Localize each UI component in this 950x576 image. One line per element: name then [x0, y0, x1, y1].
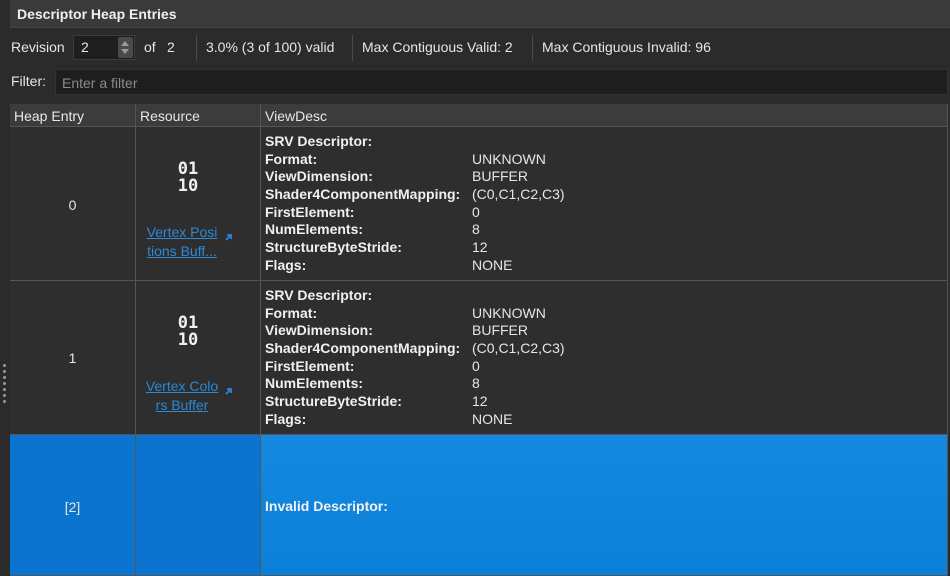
resource-cell: 01 10 Vertex Colo rs Buffer	[136, 281, 261, 435]
panel-title-bar: Descriptor Heap Entries	[10, 0, 950, 28]
binary-buffer-icon: 01 10	[177, 159, 199, 196]
heap-entry-index: 0	[68, 197, 77, 213]
field-value: 8	[472, 375, 480, 392]
field-key: Format:	[265, 304, 318, 321]
viewdesc-cell: SRV Descriptor: Format: UNKNOWN ViewDimen…	[261, 281, 948, 435]
heap-entry-index: 1	[68, 350, 77, 366]
max-contiguous-invalid: Max Contiguous Invalid: 96	[542, 39, 711, 55]
revision-value[interactable]: 2	[81, 39, 89, 55]
revision-total: 2	[167, 39, 175, 55]
field-value: (C0,C1,C2,C3)	[472, 340, 565, 357]
revision-label: Revision	[11, 39, 65, 55]
resource-link[interactable]: Vertex Colo rs Buffer	[142, 377, 222, 415]
heap-entry-cell: 1	[10, 281, 136, 435]
heap-entry-cell: [2]	[10, 435, 136, 576]
panel-title: Descriptor Heap Entries	[17, 6, 177, 22]
column-header-viewdesc[interactable]: ViewDesc	[261, 104, 948, 127]
field-key: StructureByteStride:	[265, 393, 402, 410]
field-key: Flags:	[265, 256, 307, 273]
field-value: UNKNOWN	[472, 150, 546, 167]
filter-label: Filter:	[11, 73, 46, 89]
field-value: BUFFER	[472, 168, 528, 185]
descriptor-fields: SRV Descriptor: Format: UNKNOWN ViewDimen…	[265, 133, 565, 275]
field-value: NONE	[472, 256, 513, 273]
field-key: StructureByteStride:	[265, 239, 402, 256]
table-row[interactable]: 0 01 10 Vertex Posi tions Buff... SRV Des…	[10, 127, 948, 281]
toolbar-divider	[352, 35, 353, 61]
field-value: (C0,C1,C2,C3)	[472, 186, 565, 203]
viewdesc-cell: SRV Descriptor: Format: UNKNOWN ViewDimen…	[261, 127, 948, 281]
max-contiguous-valid: Max Contiguous Valid: 2	[362, 39, 513, 55]
field-key: NumElements:	[265, 221, 364, 238]
descriptor-table: Heap Entry Resource ViewDesc 0 01 10 Vert…	[10, 104, 948, 576]
column-header-resource[interactable]: Resource	[136, 104, 261, 127]
field-value: 12	[472, 393, 488, 410]
field-value: 8	[472, 221, 480, 238]
resource-cell	[136, 435, 261, 576]
descriptor-fields: SRV Descriptor: Format: UNKNOWN ViewDimen…	[265, 287, 565, 429]
field-key: NumElements:	[265, 375, 364, 392]
field-value: 0	[472, 203, 480, 220]
field-key: Shader4ComponentMapping:	[265, 186, 461, 203]
heap-entry-index: [2]	[64, 499, 81, 515]
external-link-arrow-icon[interactable]	[224, 233, 233, 242]
field-key: Flags:	[265, 410, 307, 427]
field-value: 12	[472, 239, 488, 256]
field-key: ViewDimension:	[265, 168, 373, 185]
field-key: FirstElement:	[265, 203, 355, 220]
table-row-selected[interactable]: [2] Invalid Descriptor:	[10, 435, 948, 576]
field-value: NONE	[472, 410, 513, 427]
revision-toolbar: Revision 2 of 2 3.0% (3 of 100) valid Ma…	[0, 32, 950, 62]
field-key: ViewDimension:	[265, 322, 373, 339]
spinner-arrows-icon[interactable]	[118, 37, 133, 58]
field-key: Shader4ComponentMapping:	[265, 340, 461, 357]
field-key: Format:	[265, 150, 318, 167]
descriptor-title: SRV Descriptor:	[265, 133, 373, 149]
revision-spinbox[interactable]: 2	[73, 35, 135, 60]
spin-down-icon[interactable]	[121, 49, 129, 54]
of-label: of	[144, 39, 156, 55]
field-key: FirstElement:	[265, 357, 355, 374]
viewdesc-cell: Invalid Descriptor:	[261, 435, 948, 576]
toolbar-divider	[196, 35, 197, 61]
field-value: UNKNOWN	[472, 304, 546, 321]
field-value: 0	[472, 357, 480, 374]
column-header-heap-entry[interactable]: Heap Entry	[10, 104, 136, 127]
filter-input[interactable]: Enter a filter	[55, 69, 948, 95]
filter-row: Filter: Enter a filter	[0, 68, 950, 96]
field-value: BUFFER	[472, 322, 528, 339]
valid-summary: 3.0% (3 of 100) valid	[206, 39, 335, 55]
splitter-grip-icon[interactable]	[3, 364, 7, 406]
resource-cell: 01 10 Vertex Posi tions Buff...	[136, 127, 261, 281]
toolbar-divider	[532, 35, 533, 61]
heap-entry-cell: 0	[10, 127, 136, 281]
external-link-arrow-icon[interactable]	[224, 387, 233, 396]
spin-up-icon[interactable]	[121, 41, 129, 46]
descriptor-title: SRV Descriptor:	[265, 287, 373, 303]
resource-link[interactable]: Vertex Posi tions Buff...	[142, 223, 222, 261]
table-row[interactable]: 1 01 10 Vertex Colo rs Buffer SRV Descrip…	[10, 281, 948, 435]
invalid-descriptor-label: Invalid Descriptor:	[265, 498, 388, 514]
filter-placeholder[interactable]: Enter a filter	[62, 75, 137, 91]
binary-buffer-icon: 01 10	[177, 313, 199, 350]
